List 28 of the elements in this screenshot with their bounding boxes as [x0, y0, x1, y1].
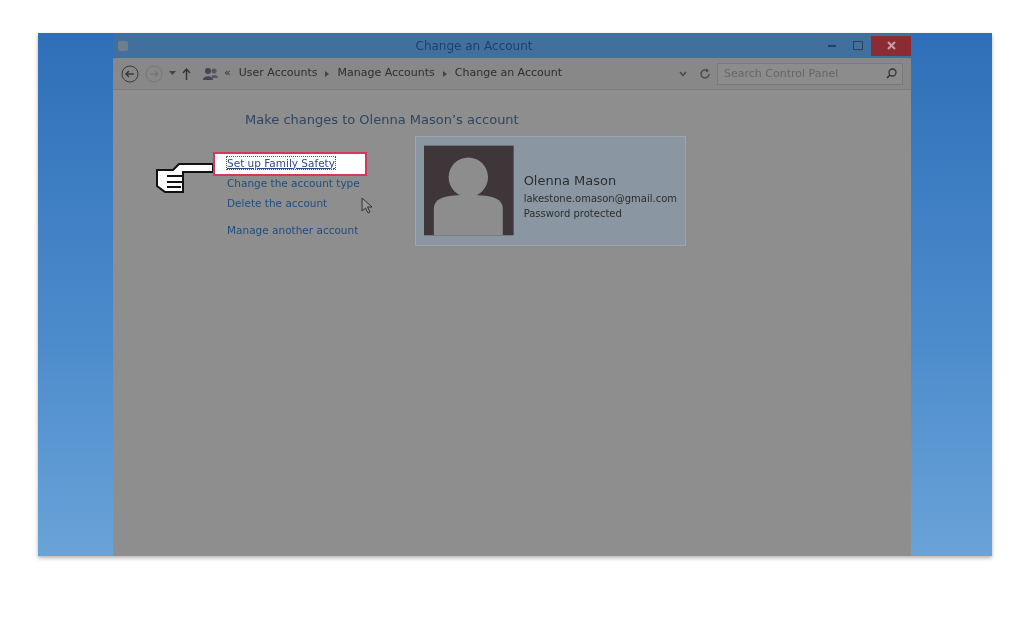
chevron-icon[interactable] [325, 70, 330, 77]
minimize-icon [828, 44, 836, 47]
task-link[interactable]: Set up Family Safety [213, 151, 367, 176]
chevron-icon[interactable] [442, 70, 447, 77]
link[interactable]: Manage another account [227, 222, 359, 239]
avatar-icon [424, 145, 514, 236]
up-arrow-icon[interactable] [182, 67, 191, 80]
close-button[interactable] [871, 35, 911, 56]
dropdown-icon[interactable] [679, 70, 687, 77]
task-link[interactable]: Change the account type [227, 175, 360, 192]
breadcrumb-link[interactable]: Manage Accounts [337, 65, 435, 82]
account-status: Password protected [523, 206, 623, 221]
breadcrumb-link[interactable]: User Accounts [238, 65, 318, 82]
task-link[interactable]: Delete the account [227, 195, 328, 212]
close-icon [886, 41, 896, 50]
breadcrumb-link[interactable]: Change an Account [454, 65, 563, 82]
account-email: lakestone.omason@gmail.com [523, 191, 677, 206]
search-icon[interactable] [886, 67, 897, 79]
back-icon[interactable] [121, 64, 139, 83]
app-icon [117, 39, 129, 52]
refresh-icon[interactable] [699, 67, 711, 80]
dropdown-icon[interactable] [169, 71, 176, 76]
overflow-button[interactable]: « [224, 65, 231, 82]
mouse-pointer-icon [361, 197, 374, 214]
account-name: Olenna Mason [523, 172, 618, 190]
maximize-icon [853, 41, 863, 50]
page-heading: Make changes to Olenna Mason’s account [245, 111, 519, 129]
users-icon [203, 67, 218, 80]
